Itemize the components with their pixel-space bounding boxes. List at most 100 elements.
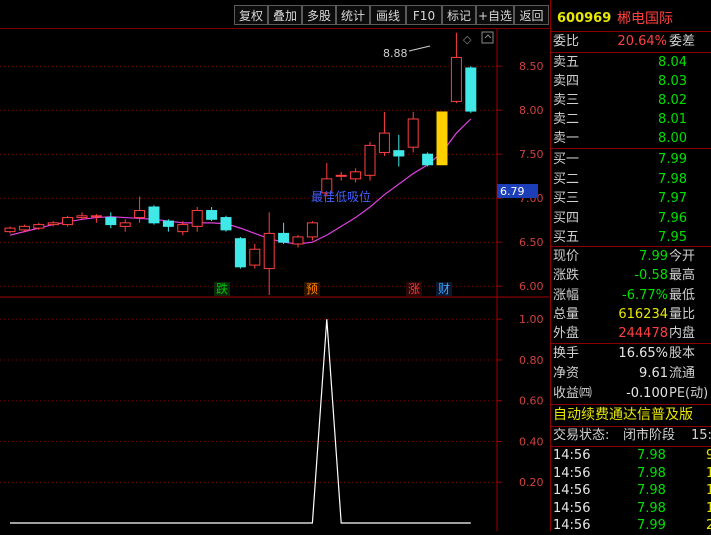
bid-label: 买五	[553, 230, 580, 245]
draw-line-button[interactable]: 画线	[370, 5, 406, 25]
overlay-button[interactable]: 叠加	[268, 5, 302, 25]
back-button[interactable]: 返回	[514, 5, 549, 25]
y-tick-label: 0.80	[519, 354, 544, 367]
ask-price: 8.04	[658, 55, 687, 70]
mark-button[interactable]: 标记	[442, 5, 476, 25]
candle[interactable]	[105, 212, 117, 229]
news-ticker[interactable]: 自动续费通达信普及版	[551, 405, 711, 426]
candle-body	[148, 206, 160, 224]
candle[interactable]	[234, 236, 246, 269]
quote-panel: 600969 郴电国际 委比 20.64% 委差 卖五 8.04 卖四 8.03 卖三 8…	[550, 0, 711, 533]
tick-price: 7.98	[637, 465, 666, 481]
candle[interactable]	[292, 235, 304, 248]
ask-row[interactable]: 卖一 8.00	[551, 129, 711, 149]
y-tick-label: 6.50	[519, 236, 544, 249]
multi-stock-button[interactable]: 多股	[302, 5, 336, 25]
chart-area[interactable]: 8.50 8.00 7.50 7.00 6.50 6.00 6.79 8.88 ◇ 最佳低…	[0, 29, 549, 531]
candle[interactable]	[450, 32, 462, 104]
candle-body	[249, 248, 261, 266]
candle-body	[306, 222, 318, 238]
high-price-arrow	[408, 45, 431, 52]
candle-body	[422, 153, 434, 166]
quote-value: -0.58	[634, 268, 668, 284]
candle-body	[76, 215, 88, 219]
candle[interactable]	[378, 111, 390, 156]
candle-body	[263, 232, 275, 270]
ask-row[interactable]: 卖三 8.02	[551, 91, 711, 111]
candle[interactable]	[407, 111, 419, 153]
candle[interactable]	[393, 134, 405, 167]
ask-price: 8.01	[658, 112, 687, 127]
quote-label: 外盘	[553, 326, 580, 342]
ask-label: 卖四	[553, 74, 580, 89]
candle[interactable]	[119, 219, 131, 232]
quote-label: 涨幅	[553, 287, 580, 303]
bid-row[interactable]: 买五 7.95	[551, 228, 711, 248]
candle[interactable]	[306, 221, 318, 241]
candle-body	[191, 210, 203, 227]
bid-row[interactable]: 买一 7.99	[551, 150, 711, 170]
kline-chart[interactable]: 8.508.007.507.006.506.00 6.79 8.88 ◇ 最佳低…	[0, 29, 549, 531]
f10-button[interactable]: F10	[406, 5, 442, 25]
weibi-value: 20.64%	[617, 34, 667, 49]
add-favorite-button[interactable]: +自选	[476, 5, 514, 25]
best-buy-annotation: 最佳低吸位	[311, 189, 371, 204]
candle[interactable]	[249, 243, 261, 269]
main-y-axis: 8.508.007.507.006.506.00	[497, 60, 544, 293]
chevron-up-icon	[484, 34, 492, 39]
candle-body	[465, 67, 477, 112]
ask-row[interactable]: 卖五 8.04	[551, 53, 711, 73]
ask-label: 卖一	[553, 131, 580, 146]
candle[interactable]	[350, 168, 362, 183]
quote-value: -0.100	[626, 386, 668, 401]
tick-time: 14:56	[553, 483, 591, 498]
quote-label2: 股本	[669, 346, 696, 361]
quote-row2: 收益㈣ -0.100 PE(动)	[551, 384, 711, 404]
statistics-button[interactable]: 统计	[336, 5, 370, 25]
indicator-gridlines	[0, 318, 497, 483]
candle[interactable]	[206, 207, 218, 222]
candle[interactable]	[263, 212, 275, 295]
candle[interactable]	[465, 66, 477, 113]
candle-body	[335, 174, 347, 177]
candle-body	[393, 150, 405, 157]
high-price-label: 8.88	[383, 47, 408, 60]
candle-body	[407, 118, 419, 148]
fuquan-button[interactable]: 复权	[234, 5, 268, 25]
chart-settings-icon[interactable]	[481, 31, 494, 44]
bid-label: 买四	[553, 210, 580, 226]
tick-time: 14:56	[553, 518, 591, 533]
candle[interactable]	[220, 215, 232, 232]
candle[interactable]	[422, 152, 434, 167]
quote-row: 外盘 244478 内盘	[551, 324, 711, 344]
candle[interactable]	[76, 212, 88, 220]
tick-price: 7.99	[637, 518, 666, 533]
candle[interactable]	[62, 215, 74, 227]
y-tick-label: 6.00	[519, 280, 544, 293]
tick-volume: 2	[706, 518, 711, 533]
candle-body	[206, 210, 218, 220]
candle[interactable]	[364, 141, 376, 181]
bid-row[interactable]: 买三 7.97	[551, 189, 711, 209]
candle[interactable]	[278, 222, 290, 244]
candle-body	[292, 236, 304, 245]
candle-body	[62, 217, 74, 226]
bid-row[interactable]: 买二 7.98	[551, 170, 711, 190]
candle[interactable]	[4, 226, 16, 234]
quote-label2: 今开	[669, 249, 696, 264]
tick-volume: 1	[706, 465, 711, 481]
candle[interactable]	[335, 171, 347, 181]
candle-body	[350, 171, 362, 180]
quote-label: 收益㈣	[553, 386, 593, 401]
stock-name: 郴电国际	[617, 11, 673, 27]
candle[interactable]	[436, 111, 448, 166]
ask-row[interactable]: 卖四 8.03	[551, 72, 711, 92]
candle[interactable]	[191, 207, 203, 232]
bid-price: 7.99	[658, 152, 687, 167]
bid-label: 买二	[553, 171, 580, 187]
candle[interactable]	[162, 219, 174, 232]
quote-label2: 内盘	[669, 326, 696, 342]
ask-row[interactable]: 卖二 8.01	[551, 110, 711, 130]
candle[interactable]	[148, 205, 160, 225]
bid-row[interactable]: 买四 7.96	[551, 209, 711, 229]
